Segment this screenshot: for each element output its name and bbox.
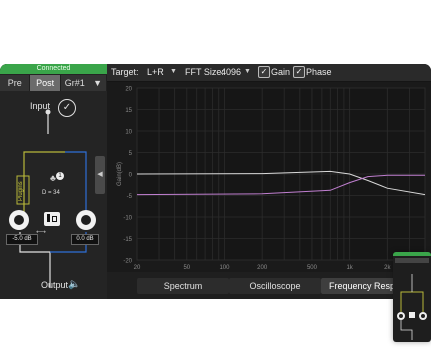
analyzer-toolbar: Target: L+R ▼ FFT Size: 4096 ▼ ✓ Gain ✓ …	[107, 64, 431, 82]
phase-checkbox[interactable]: ✓	[293, 66, 305, 78]
y-tick-label: -10	[123, 216, 132, 222]
y-tick-label: -20	[123, 259, 132, 265]
right-level-value[interactable]: 0.0 dB	[71, 234, 99, 245]
tab-spectrum[interactable]: Spectrum	[137, 278, 229, 294]
plugin-count-badge: 1	[56, 172, 64, 180]
thumbnail-preview	[393, 252, 431, 342]
frequency-chart: 20151050-5-10-15-2020 50 100 200 500 1k 2kGain…	[117, 87, 426, 271]
x-tick-label: 1k	[346, 265, 353, 271]
left-level-knob[interactable]	[9, 210, 29, 230]
gain-checkbox[interactable]: ✓	[258, 66, 270, 78]
group-select-value: Gr#1	[64, 78, 85, 88]
target-label: Target:	[111, 67, 139, 77]
y-tick-label: 15	[125, 108, 132, 114]
view-tabs: Spectrum Oscilloscope Frequency Respon	[107, 272, 431, 299]
fft-chevron-down-icon[interactable]: ▼	[244, 68, 251, 75]
x-tick-label: 200	[257, 265, 268, 271]
connection-status: Connected	[0, 64, 107, 74]
right-level-knob[interactable]	[76, 210, 96, 230]
analyzer-window: Connected Pre Post Gr#1 ▼ Input Output ✓	[0, 64, 431, 299]
x-tick-label: 50	[183, 265, 190, 271]
target-select[interactable]: L+R	[147, 67, 164, 77]
x-tick-label: 2k	[384, 265, 391, 271]
chevron-down-icon: ▼	[93, 78, 102, 88]
group-select[interactable]: Gr#1 ▼	[61, 75, 107, 91]
y-tick-label: -15	[123, 237, 132, 243]
y-axis-label: Gain(dB)	[117, 162, 123, 186]
phase-label: Phase	[306, 67, 332, 77]
gain-label: Gain	[271, 67, 291, 77]
y-tick-label: -5	[127, 194, 133, 200]
y-tick-label: 5	[129, 151, 133, 157]
y-tick-label: 0	[129, 173, 133, 179]
routing-diagram: Input Output ✓ Plugins ♣ 1 D = 34 ⟷ -5.0…	[0, 92, 107, 299]
plugins-slot[interactable]: Plugins	[18, 179, 28, 203]
target-chevron-down-icon[interactable]: ▼	[170, 68, 177, 75]
fft-size-select[interactable]: 4096	[221, 67, 241, 77]
routing-tabs: Pre Post Gr#1 ▼	[0, 75, 107, 91]
tab-oscilloscope[interactable]: Oscilloscope	[229, 278, 321, 294]
x-tick-label: 20	[134, 265, 141, 271]
input-check-icon[interactable]: ✓	[58, 99, 76, 117]
routing-panel: Connected Pre Post Gr#1 ▼ Input Output ✓	[0, 64, 107, 299]
x-tick-label: 500	[307, 265, 318, 271]
y-tick-label: 10	[125, 130, 132, 136]
y-tick-label: 20	[125, 87, 132, 93]
mono-toggle-icon[interactable]	[44, 212, 60, 226]
tab-post[interactable]: Post	[30, 75, 61, 91]
collapse-panel-button[interactable]: ◀	[95, 156, 105, 194]
speaker-icon[interactable]: 🔈	[68, 279, 80, 290]
tab-pre[interactable]: Pre	[0, 75, 31, 91]
x-tick-label: 100	[219, 265, 230, 271]
frequency-response-graph: 20 15 10 5 0 -5 -10 -15 -20 20 50 100 200 500 1k 2k Gain…	[107, 82, 431, 272]
left-level-value[interactable]: -5.0 dB	[6, 234, 38, 245]
delay-value: D = 34	[42, 190, 60, 196]
fft-size-label: FFT Size:	[185, 67, 224, 77]
